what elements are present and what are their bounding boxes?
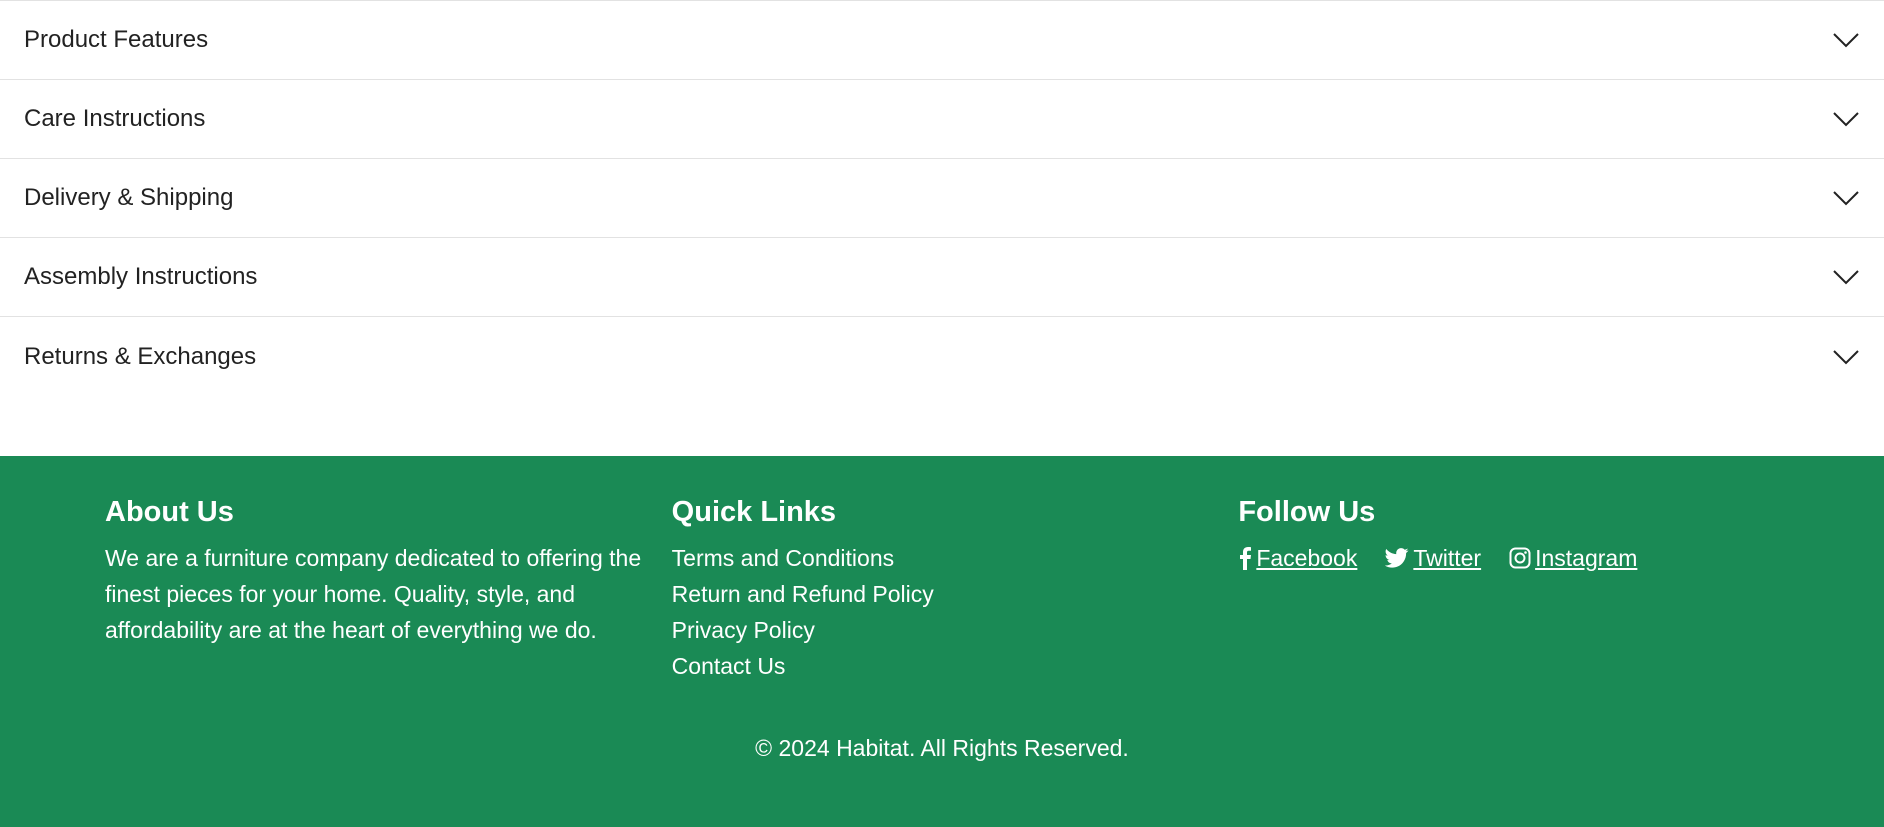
footer-about: About Us We are a furniture company dedi… — [105, 492, 672, 684]
link-contact[interactable]: Contact Us — [672, 648, 1239, 684]
link-refund-policy[interactable]: Return and Refund Policy — [672, 576, 1239, 612]
accordion-item-care-instructions[interactable]: Care Instructions — [0, 80, 1884, 159]
chevron-down-icon — [1832, 31, 1860, 49]
accordion-label: Assembly Instructions — [24, 263, 258, 290]
social-links: Facebook Twitter Instagram — [1238, 540, 1805, 576]
chevron-down-icon — [1832, 110, 1860, 128]
footer-columns: About Us We are a furniture company dedi… — [105, 492, 1805, 684]
product-accordion: Product Features Care Instructions Deliv… — [0, 0, 1884, 396]
accordion-label: Returns & Exchanges — [24, 342, 257, 370]
chevron-down-icon — [1832, 268, 1860, 286]
twitter-icon — [1385, 548, 1409, 568]
accordion-item-product-features[interactable]: Product Features — [0, 1, 1884, 80]
twitter-label: Twitter — [1413, 545, 1482, 571]
facebook-label: Facebook — [1256, 545, 1358, 571]
copyright-text: © 2024 Habitat. All Rights Reserved. — [755, 735, 1129, 761]
link-privacy-policy[interactable]: Privacy Policy — [672, 612, 1239, 648]
footer-quick-links: Quick Links Terms and Conditions Return … — [672, 492, 1239, 684]
about-text: We are a furniture company dedicated to … — [105, 545, 642, 643]
accordion-label: Care Instructions — [24, 105, 206, 132]
footer-follow: Follow Us Facebook Twitter Instagram — [1238, 492, 1805, 684]
instagram-icon — [1509, 547, 1531, 569]
accordion-item-delivery-shipping[interactable]: Delivery & Shipping — [0, 159, 1884, 238]
chevron-down-icon — [1832, 348, 1860, 366]
chevron-down-icon — [1832, 189, 1860, 207]
instagram-label: Instagram — [1535, 545, 1638, 571]
link-terms[interactable]: Terms and Conditions — [672, 540, 1239, 576]
facebook-link[interactable]: Facebook — [1238, 540, 1357, 576]
facebook-icon — [1238, 546, 1252, 570]
accordion-item-returns-exchanges[interactable]: Returns & Exchanges — [0, 317, 1884, 396]
twitter-link[interactable]: Twitter — [1385, 540, 1481, 576]
accordion-label: Product Features — [24, 26, 209, 53]
follow-title: Follow Us — [1238, 496, 1376, 528]
quick-links-title: Quick Links — [671, 496, 837, 528]
instagram-link[interactable]: Instagram — [1509, 540, 1637, 576]
accordion-item-assembly-instructions[interactable]: Assembly Instructions — [0, 238, 1884, 317]
about-title: About Us — [105, 496, 234, 528]
accordion-label: Delivery & Shipping — [24, 184, 234, 211]
site-footer: About Us We are a furniture company dedi… — [0, 456, 1884, 827]
